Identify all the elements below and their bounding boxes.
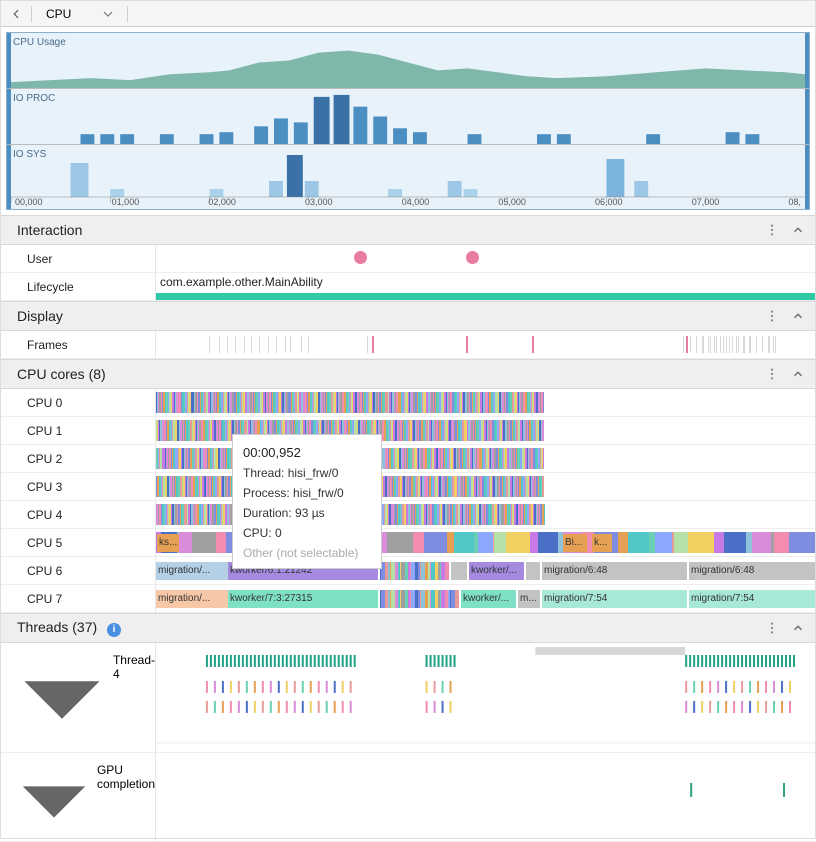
cpu-label: CPU 2 bbox=[1, 445, 156, 472]
lifecycle-track[interactable]: com.example.other.MainAbility bbox=[156, 273, 815, 300]
track-io-proc[interactable]: IO PROC bbox=[7, 89, 809, 145]
lifecycle-ability: com.example.other.MainAbility bbox=[160, 275, 323, 289]
tooltip-time: 00:00,952 bbox=[243, 445, 371, 460]
selector-value: CPU bbox=[46, 7, 71, 21]
row-frames: Frames bbox=[1, 331, 815, 359]
row-cpu-1: CPU 1 bbox=[1, 417, 815, 445]
user-event-dot[interactable] bbox=[354, 251, 367, 264]
thread-track[interactable] bbox=[156, 643, 815, 752]
row-thread-4: Thread-4 bbox=[1, 643, 815, 753]
row-lifecycle: Lifecycle com.example.other.MainAbility bbox=[1, 273, 815, 301]
section-title: CPU cores (8) bbox=[17, 366, 106, 382]
chevron-down-icon bbox=[103, 9, 113, 19]
row-cpu-5: CPU 5ks...Bi...k... bbox=[1, 529, 815, 557]
cpu-track[interactable]: migration/...kworker/7:3:27315kworker/..… bbox=[156, 585, 815, 612]
cpu-label: CPU 6 bbox=[1, 557, 156, 584]
cpu-label: CPU 3 bbox=[1, 473, 156, 500]
row-cpu-0: CPU 0 bbox=[1, 389, 815, 417]
cpu-usage-chart bbox=[11, 33, 805, 88]
track-label: IO PROC bbox=[13, 93, 55, 104]
row-gpu-completion: GPU completion bbox=[1, 753, 815, 842]
section-header-display[interactable]: Display bbox=[1, 301, 815, 331]
cpu-track[interactable] bbox=[156, 389, 815, 416]
row-label: User bbox=[1, 245, 156, 272]
tooltip-other: Other (not selectable) bbox=[243, 546, 371, 560]
track-io-sys[interactable]: 00,00001,00002,00003,00004,00005,00006,0… bbox=[7, 145, 809, 209]
row-cpu-7: CPU 7migration/...kworker/7:3:27315kwork… bbox=[1, 585, 815, 613]
kebab-icon[interactable] bbox=[765, 309, 779, 323]
toolbar-divider bbox=[31, 6, 32, 22]
lifecycle-bar[interactable] bbox=[156, 293, 815, 300]
back-button[interactable] bbox=[5, 4, 27, 24]
caret-down-icon bbox=[15, 653, 109, 747]
cpu-label: CPU 0 bbox=[1, 389, 156, 416]
cpu-label: CPU 1 bbox=[1, 417, 156, 444]
kebab-icon[interactable] bbox=[765, 621, 779, 635]
cpu-label: CPU 4 bbox=[1, 501, 156, 528]
row-cpu-2: CPU 2 bbox=[1, 445, 815, 473]
chevron-up-icon[interactable] bbox=[791, 309, 805, 323]
cpu-label: CPU 7 bbox=[1, 585, 156, 612]
profiler-view-selector[interactable]: CPU bbox=[36, 7, 123, 21]
section-header-cpu-cores[interactable]: CPU cores (8) bbox=[1, 359, 815, 389]
thread-activity-chart bbox=[156, 643, 815, 753]
tooltip-process: Process: hisi_frw/0 bbox=[243, 486, 371, 500]
user-event-dot[interactable] bbox=[466, 251, 479, 264]
chevron-up-icon[interactable] bbox=[791, 367, 805, 381]
user-events-track[interactable] bbox=[156, 245, 815, 272]
thread-label[interactable]: GPU completion bbox=[1, 753, 156, 841]
kebab-icon[interactable] bbox=[765, 367, 779, 381]
tooltip-thread: Thread: hisi_frw/0 bbox=[243, 466, 371, 480]
arrow-left-icon bbox=[9, 7, 23, 21]
track-cpu-usage[interactable]: CPU Usage bbox=[7, 33, 809, 89]
io-proc-chart bbox=[11, 89, 805, 144]
section-title: Display bbox=[17, 308, 63, 324]
toolbar-divider bbox=[127, 6, 128, 22]
profiler-toolbar: CPU bbox=[1, 1, 815, 27]
caret-down-icon bbox=[15, 763, 93, 841]
tooltip-cpu: CPU: 0 bbox=[243, 526, 371, 540]
tooltip-duration: Duration: 93 µs bbox=[243, 506, 371, 520]
row-user: User bbox=[1, 245, 815, 273]
row-cpu-6: CPU 6migration/...kworker/6:1:21242kwork… bbox=[1, 557, 815, 585]
trace-tooltip: 00:00,952 Thread: hisi_frw/0 Process: hi… bbox=[232, 434, 382, 569]
kebab-icon[interactable] bbox=[765, 223, 779, 237]
overview-timeline[interactable]: CPU Usage bbox=[6, 32, 810, 210]
thread-label[interactable]: Thread-4 bbox=[1, 643, 156, 752]
row-cpu-3: CPU 3 bbox=[1, 473, 815, 501]
cpu-label: CPU 5 bbox=[1, 529, 156, 556]
track-label: IO SYS bbox=[13, 149, 46, 160]
row-cpu-4: CPU 4 bbox=[1, 501, 815, 529]
row-label: Frames bbox=[1, 331, 156, 358]
row-label: Lifecycle bbox=[1, 273, 156, 300]
track-label: CPU Usage bbox=[13, 37, 66, 48]
info-icon[interactable]: i bbox=[107, 623, 121, 637]
section-header-interaction[interactable]: Interaction bbox=[1, 215, 815, 245]
section-title: Interaction bbox=[17, 222, 82, 238]
gpu-activity-chart bbox=[156, 753, 815, 803]
section-title: Threads (37) i bbox=[17, 619, 121, 637]
timeline-ruler: 00,00001,00002,00003,00004,00005,00006,0… bbox=[15, 197, 801, 207]
gpu-completion-track[interactable] bbox=[156, 753, 815, 841]
frames-track[interactable] bbox=[156, 331, 815, 358]
chevron-up-icon[interactable] bbox=[791, 223, 805, 237]
section-header-threads[interactable]: Threads (37) i bbox=[1, 613, 815, 643]
chevron-up-icon[interactable] bbox=[791, 621, 805, 635]
